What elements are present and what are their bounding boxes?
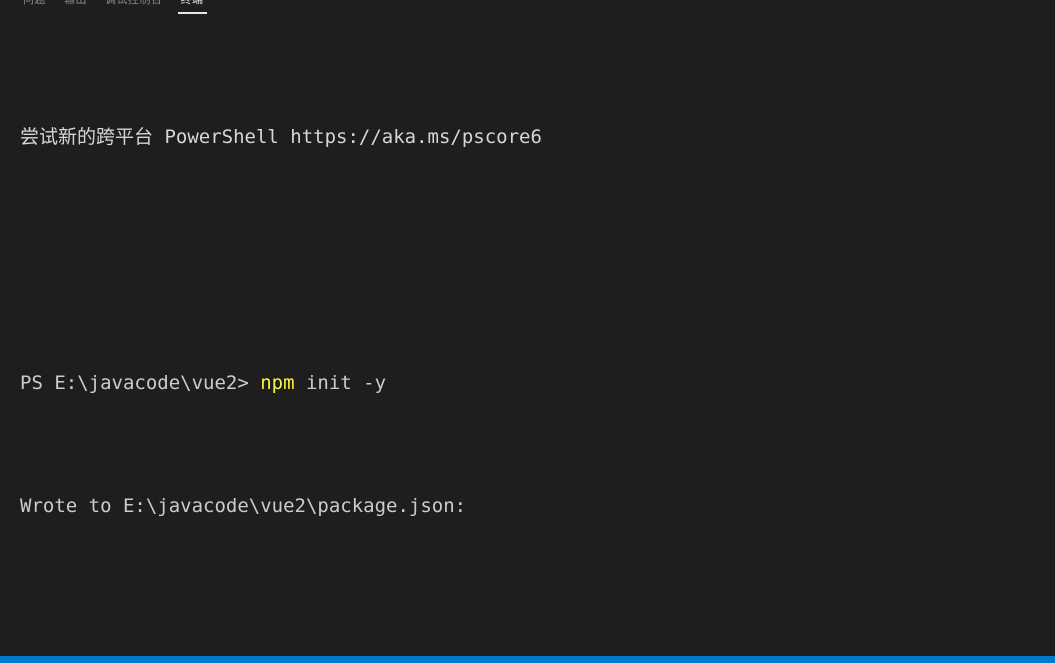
terminal-output[interactable]: 尝试新的跨平台 PowerShell https://aka.ms/pscore… [0, 16, 1055, 655]
terminal-blank-line-1 [20, 245, 1055, 276]
terminal-prompt-1: PS E:\javacode\vue2> [20, 371, 261, 394]
vscode-terminal-panel: 问题 输出 调试控制台 终端 尝试新的跨平台 PowerShell https:… [0, 0, 1055, 663]
terminal-command-args: init -y [294, 371, 387, 394]
status-bar[interactable] [0, 656, 1055, 663]
terminal-wrote-line: Wrote to E:\javacode\vue2\package.json: [20, 494, 467, 517]
terminal-command-line: PS E:\javacode\vue2> npm init -y [20, 368, 1055, 399]
terminal-blank-line-2 [20, 613, 1055, 644]
panel-tab-debug-console[interactable]: 调试控制台 [96, 0, 172, 14]
panel-tab-output[interactable]: 输出 [55, 0, 96, 14]
terminal-command-name: npm [260, 371, 295, 394]
panel-tab-problems[interactable]: 问题 [14, 0, 55, 14]
terminal-banner-line: 尝试新的跨平台 PowerShell https://aka.ms/pscore… [20, 126, 542, 149]
panel-tab-terminal[interactable]: 终端 [172, 0, 213, 14]
panel-tab-strip: 问题 输出 调试控制台 终端 [0, 0, 1055, 14]
